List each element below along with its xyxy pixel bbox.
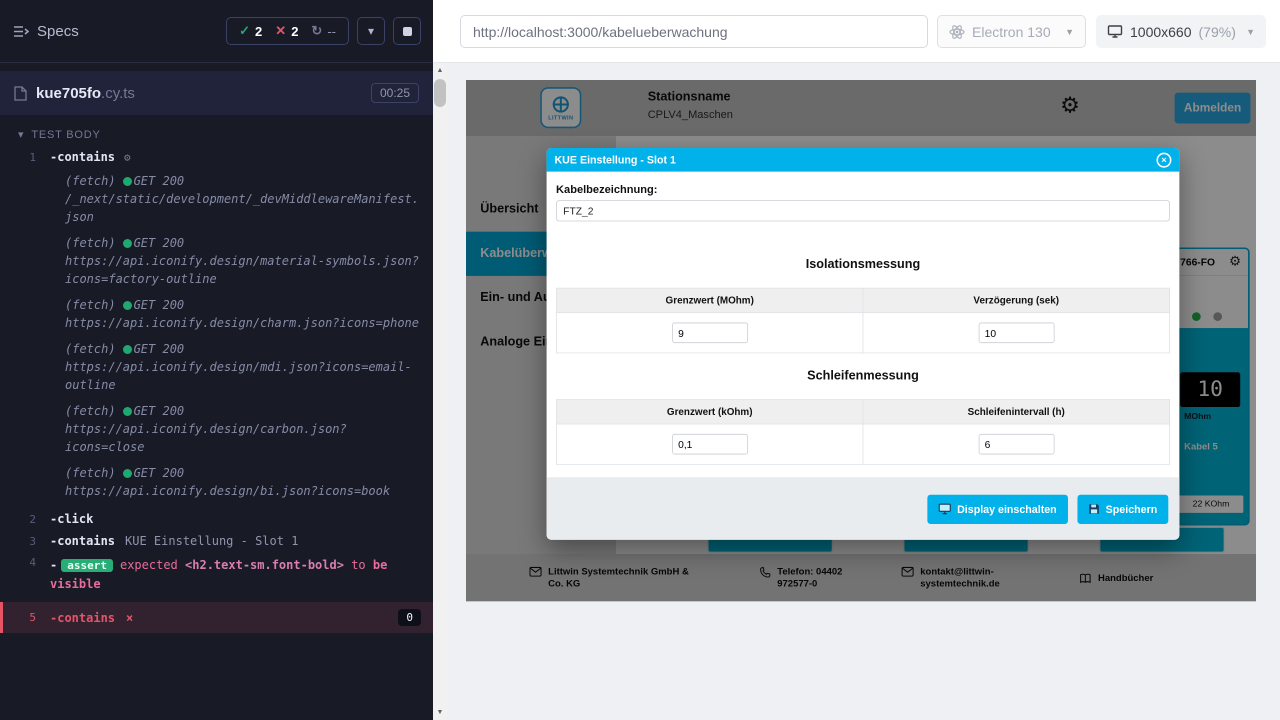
status-ok-dot-icon [123,301,132,310]
loop-table: Grenzwert (kOhm) Schleifenintervall (h) [556,399,1170,465]
command-number: 3 [0,535,50,548]
column-header: Grenzwert (kOhm) [556,400,863,424]
scrollbar[interactable]: ▲ ▼ [433,63,447,720]
pending-refresh-icon: ↻ [311,23,322,39]
specs-label: Specs [37,23,79,40]
failed-x-icon: ✕ [275,23,286,39]
scroll-down-button[interactable]: ▼ [433,705,447,720]
stop-run-button[interactable] [393,17,421,45]
column-header: Schleifenintervall (h) [863,400,1170,424]
electron-icon [949,24,965,40]
modal-title: KUE Einstellung - Slot 1 [554,154,675,166]
specs-menu-button[interactable]: Specs [12,23,79,40]
viewport-selector[interactable]: 1000x660 (79%) ▼ [1096,15,1266,48]
assert-badge: assert [61,559,113,572]
viewport-zoom: (79%) [1199,24,1236,40]
isolation-table: Grenzwert (MOhm) Verzögerung (sek) [556,288,1170,354]
spec-file-name: kue705fo.cy.ts [36,85,135,102]
command-row-assert[interactable]: 4 -assertexpected <h2.text-sm.font-bold>… [0,552,433,598]
monitor-icon [1107,24,1123,39]
kabelueberwachung-app: LITTWIN Stationsname CPLV4_Maschen ⚙ Abm… [466,80,1256,601]
column-header: Grenzwert (MOhm) [556,288,863,312]
fetch-log-entry[interactable]: (fetch)GET 200 https://api.iconify.desig… [0,464,433,500]
browser-content: LITTWIN Stationsname CPLV4_Maschen ⚙ Abm… [447,63,1280,720]
fetch-log-entry[interactable]: (fetch)GET 200 https://api.iconify.desig… [0,402,433,456]
cable-name-input[interactable] [556,200,1170,221]
stat-pending: ↻-- [311,23,336,39]
status-ok-dot-icon [123,407,132,416]
chevron-down-icon: ▼ [1065,27,1074,37]
status-ok-dot-icon [123,239,132,248]
loop-section-title: Schleifenmessung [556,369,1170,383]
display-on-button[interactable]: Display einschalten [927,494,1068,523]
iso-delay-input[interactable] [978,323,1054,344]
scroll-up-button[interactable]: ▲ [433,63,447,78]
browser-name: Electron 130 [972,24,1051,40]
command-options-gear-icon: ⚙ [124,151,131,164]
command-number: 5 [3,611,50,624]
collapse-tests-button[interactable]: ▾ [357,17,385,45]
command-name: -contains [50,611,115,625]
command-number: 4 [0,556,50,569]
loop-interval-input[interactable] [978,434,1054,455]
reporter-header: Specs ✓2 ✕2 ↻-- ▾ [0,0,433,63]
command-dash: - [50,558,57,572]
chevron-down-icon: ▼ [1246,27,1255,37]
fail-x-icon: × [126,611,133,625]
command-number: 2 [0,513,50,526]
chevron-down-icon: ▾ [368,24,374,38]
spec-duration-badge: 00:25 [371,83,419,103]
cypress-reporter-panel: Specs ✓2 ✕2 ↻-- ▾ kue705fo.cy.ts 00:25 ▾… [0,0,433,720]
test-body-toggle[interactable]: ▾ TEST BODY [0,115,433,146]
spec-file-header[interactable]: kue705fo.cy.ts 00:25 [0,71,433,115]
command-row-contains-1[interactable]: 1 -contains ⚙ [0,146,433,168]
stop-icon [403,27,412,36]
command-name: -contains [50,534,115,548]
status-ok-dot-icon [123,345,132,354]
iso-limit-input[interactable] [672,323,748,344]
fetch-log-entry[interactable]: (fetch)GET 200 https://api.iconify.desig… [0,340,433,394]
modal-title-bar: KUE Einstellung - Slot 1 × [547,148,1180,172]
url-input[interactable] [460,15,928,48]
loop-limit-input[interactable] [672,434,748,455]
specs-list-icon [12,23,29,40]
status-ok-dot-icon [123,177,132,186]
status-ok-dot-icon [123,469,132,478]
command-name: -click [50,512,93,526]
chevron-down-icon: ▾ [18,128,24,141]
screen: Specs ✓2 ✕2 ↻-- ▾ kue705fo.cy.ts 00:25 ▾… [0,0,1280,720]
scrollbar-thumb[interactable] [434,79,446,107]
command-number: 1 [0,151,50,164]
file-icon [14,86,27,101]
command-row-click[interactable]: 2 -click [0,508,433,530]
column-header: Verzögerung (sek) [863,288,1170,312]
command-row-contains-2[interactable]: 3 -contains KUE Einstellung - Slot 1 [0,530,433,552]
browser-header: Electron 130 ▼ 1000x660 (79%) ▼ [433,0,1280,63]
stat-passed: ✓2 [239,23,262,39]
command-row-contains-failed[interactable]: 5 -contains × 0 [0,602,433,633]
kue-settings-modal: KUE Einstellung - Slot 1 × Kabelbezeichn… [547,148,1180,540]
passed-check-icon: ✓ [239,23,250,39]
close-icon[interactable]: × [1156,152,1171,167]
display-icon [938,503,951,514]
fetch-log-entry[interactable]: (fetch)GET 200 /_next/static/development… [0,172,433,226]
test-body-label: TEST BODY [31,129,100,141]
fetch-log-entry[interactable]: (fetch)GET 200 https://api.iconify.desig… [0,234,433,288]
stat-failed: ✕2 [275,23,298,39]
command-argument: KUE Einstellung - Slot 1 [125,534,298,548]
fetch-log-entry[interactable]: (fetch)GET 200 https://api.iconify.desig… [0,296,433,332]
element-count-badge: 0 [398,609,421,626]
floppy-save-icon [1088,503,1099,514]
app-under-test: LITTWIN Stationsname CPLV4_Maschen ⚙ Abm… [466,80,1256,602]
modal-footer: Display einschalten Speichern [547,477,1180,539]
viewport-size: 1000x660 [1130,24,1192,40]
command-name: -contains [50,150,115,164]
cable-name-label: Kabelbezeichnung: [556,183,1170,196]
save-button[interactable]: Speichern [1077,494,1168,523]
test-stats[interactable]: ✓2 ✕2 ↻-- [226,17,349,45]
browser-selector[interactable]: Electron 130 ▼ [937,15,1086,48]
command-log: 1 -contains ⚙ (fetch)GET 200 /_next/stat… [0,146,433,633]
isolation-section-title: Isolationsmessung [556,258,1170,272]
